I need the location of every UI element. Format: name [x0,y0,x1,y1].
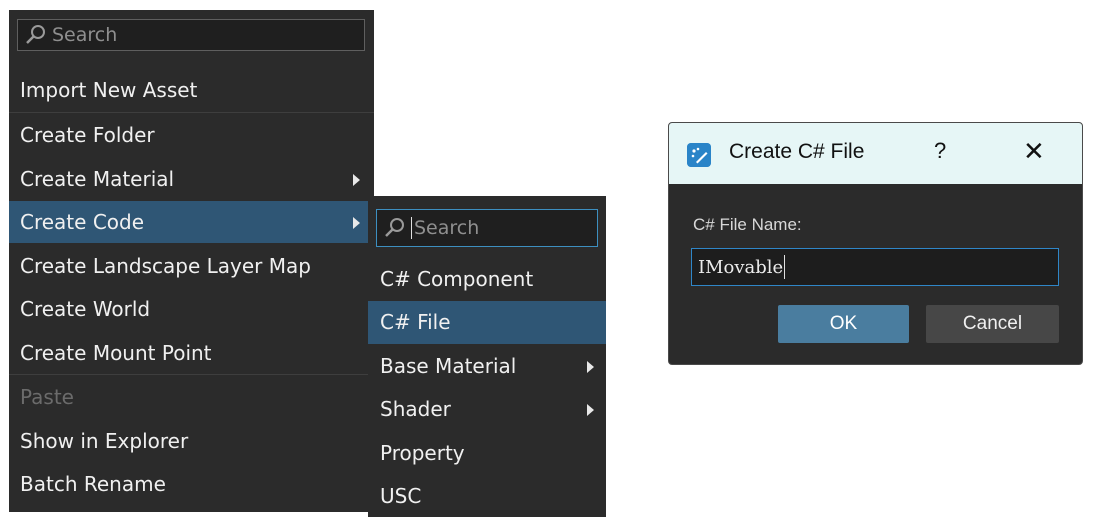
submenu-item-csharp-file[interactable]: C# File [368,301,606,344]
create-csharp-file-dialog: Create C# File ? ✕ C# File Name: IMovabl… [668,122,1083,365]
search-placeholder: Search [414,217,480,239]
menu-item-label: Create Landscape Layer Map [20,254,311,278]
file-name-value: IMovable [698,256,784,278]
menu-item-create-material[interactable]: Create Material [9,158,374,200]
submenu-item-csharp-component[interactable]: C# Component [368,258,606,301]
search-placeholder: Search [52,24,118,46]
dialog-title: Create C# File [729,140,865,163]
chevron-right-icon [587,404,594,416]
submenu-item-label: C# Component [380,267,534,291]
menu-separator [9,374,374,375]
text-caret [411,217,412,239]
chevron-right-icon [353,174,360,186]
menu-item-label: Create World [20,297,151,321]
submenu-item-property[interactable]: Property [368,432,606,475]
submenu-item-label: Shader [380,397,451,421]
menu-item-paste: Paste [9,376,374,418]
menu-item-label: Create Folder [20,123,155,147]
text-caret [784,255,786,279]
submenu-item-label: C# File [380,310,451,334]
menu-item-label: Paste [20,385,74,409]
menu-item-create-folder[interactable]: Create Folder [9,114,374,156]
ok-button[interactable]: OK [778,305,909,343]
dialog-titlebar[interactable]: Create C# File ? ✕ [669,123,1082,184]
context-menu: Search Import New Asset Create Folder Cr… [9,10,374,512]
menu-item-batch-rename[interactable]: Batch Rename [9,463,374,505]
menu-item-label: Create Material [20,167,175,191]
close-icon[interactable]: ✕ [1023,136,1045,167]
submenu-item-label: Base Material [380,354,517,378]
menu-item-create-world[interactable]: Create World [9,288,374,330]
menu-item-label: Show in Explorer [20,429,189,453]
chevron-right-icon [353,217,360,229]
help-button[interactable]: ? [934,138,946,164]
submenu-search-input[interactable]: Search [376,209,598,247]
menu-separator [9,112,374,113]
file-name-input[interactable]: IMovable [691,248,1059,286]
menu-item-label: Batch Rename [20,472,166,496]
submenu-item-shader[interactable]: Shader [368,388,606,431]
menu-search-input[interactable]: Search [17,19,365,51]
submenu-item-label: USC [380,484,422,508]
menu-item-show-in-explorer[interactable]: Show in Explorer [9,420,374,462]
menu-item-label: Create Code [20,210,145,234]
cancel-button[interactable]: Cancel [926,305,1059,343]
file-name-label: C# File Name: [693,215,802,234]
submenu-item-label: Property [380,441,465,465]
menu-item-create-landscape-layer-map[interactable]: Create Landscape Layer Map [9,245,374,287]
chevron-right-icon [587,361,594,373]
search-icon [26,25,45,44]
menu-item-label: Import New Asset [20,78,198,102]
create-code-submenu: Search C# Component C# File Base Materia… [368,196,606,517]
app-icon [687,143,711,167]
search-icon [385,218,404,237]
menu-item-label: Create Mount Point [20,341,212,365]
menu-item-import-new-asset[interactable]: Import New Asset [9,69,374,111]
menu-item-create-mount-point[interactable]: Create Mount Point [9,332,374,374]
submenu-item-usc[interactable]: USC [368,475,606,518]
submenu-item-base-material[interactable]: Base Material [368,345,606,388]
menu-item-create-code[interactable]: Create Code [9,201,374,243]
